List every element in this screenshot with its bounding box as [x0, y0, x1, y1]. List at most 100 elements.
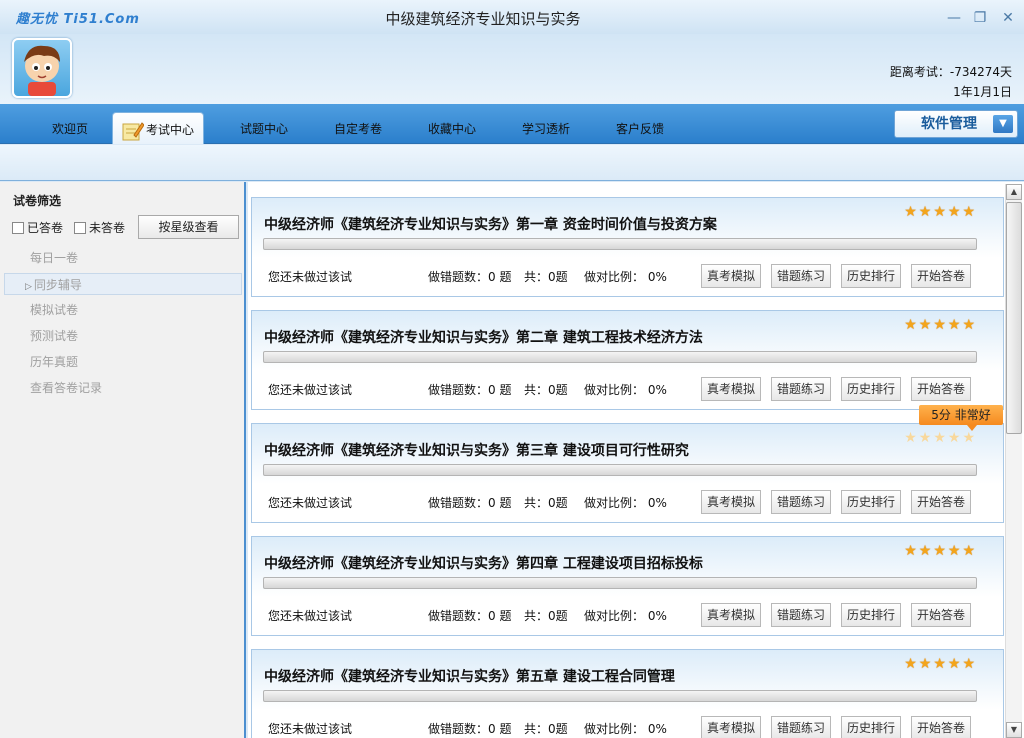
minimize-icon[interactable]: — — [946, 10, 962, 26]
star-icon[interactable]: ★ — [962, 430, 975, 446]
scroll-thumb[interactable] — [1006, 202, 1022, 434]
unanswered-checkbox[interactable]: 未答卷 — [74, 219, 125, 236]
history-rank-button[interactable]: 历史排行 — [841, 377, 901, 401]
star-icon[interactable]: ★ — [948, 204, 961, 220]
star-icon[interactable]: ★ — [904, 204, 917, 220]
start-answer-button[interactable]: 开始答卷 — [911, 377, 971, 401]
star-icon[interactable]: ★ — [919, 204, 932, 220]
history-rank-button[interactable]: 历史排行 — [841, 716, 901, 738]
star-icon[interactable]: ★ — [904, 656, 917, 672]
answered-checkbox[interactable]: 已答卷 — [12, 219, 63, 236]
wrong-practice-button[interactable]: 错题练习 — [771, 377, 831, 401]
restore-icon[interactable]: ❐ — [972, 10, 988, 26]
wrong-practice-button[interactable]: 错题练习 — [771, 264, 831, 288]
sidebar-item-records[interactable]: 查看答卷记录 — [4, 377, 242, 399]
filter-title: 试卷筛选 — [13, 194, 62, 208]
status-text: 您还未做过该试 — [268, 609, 353, 623]
star-icon[interactable]: ★ — [948, 543, 961, 559]
star-icon[interactable]: ★ — [962, 543, 975, 559]
paper-card: 中级经济师《建筑经济专业知识与实务》第五章 建设工程合同管理 ★ ★ ★ ★ ★ 您还未做过… — [251, 649, 1004, 738]
star-icon[interactable]: ★ — [919, 430, 932, 446]
history-rank-button[interactable]: 历史排行 — [841, 490, 901, 514]
tab-study-analysis[interactable]: 学习透析 — [500, 112, 592, 144]
rating-stars[interactable]: ★ ★ ★ ★ ★ — [902, 543, 975, 559]
history-rank-button[interactable]: 历史排行 — [841, 264, 901, 288]
start-answer-button[interactable]: 开始答卷 — [911, 490, 971, 514]
sidebar-item-mock[interactable]: 模拟试卷 — [4, 299, 242, 321]
paper-title: 中级经济师《建筑经济专业知识与实务》第四章 工程建设项目招标投标 — [264, 556, 703, 572]
rating-stars[interactable]: ★ ★ ★ ★ ★ — [902, 204, 975, 220]
paper-card: 中级经济师《建筑经济专业知识与实务》第三章 建设项目可行性研究 ★ ★ ★ ★ ★ 您还未做… — [251, 423, 1004, 523]
real-exam-button[interactable]: 真考模拟 — [701, 377, 761, 401]
sidebar-item-sync[interactable]: ▷ 同步辅导 — [4, 273, 242, 295]
star-icon[interactable]: ★ — [962, 317, 975, 333]
unanswered-label: 未答卷 — [89, 221, 126, 235]
start-answer-button[interactable]: 开始答卷 — [911, 264, 971, 288]
star-icon[interactable]: ★ — [948, 656, 961, 672]
rating-stars[interactable]: ★ ★ ★ ★ ★ — [902, 317, 975, 333]
answered-label: 已答卷 — [27, 221, 64, 235]
scroll-up-icon[interactable]: ▲ — [1006, 184, 1022, 200]
scrollbar[interactable]: ▲ ▼ — [1005, 184, 1022, 738]
real-exam-button[interactable]: 真考模拟 — [701, 603, 761, 627]
wrong-count: 做错题数：0 题 — [428, 722, 512, 736]
paper-title: 中级经济师《建筑经济专业知识与实务》第一章 资金时间价值与投资方案 — [264, 217, 717, 233]
start-answer-button[interactable]: 开始答卷 — [911, 716, 971, 738]
star-icon[interactable]: ★ — [919, 317, 932, 333]
tab-feedback[interactable]: 客户反馈 — [594, 112, 686, 144]
star-icon[interactable]: ★ — [919, 543, 932, 559]
total-count: 共：0题 — [524, 383, 568, 397]
paper-title: 中级经济师《建筑经济专业知识与实务》第五章 建设工程合同管理 — [264, 669, 675, 685]
star-icon[interactable]: ★ — [904, 430, 917, 446]
star-icon[interactable]: ★ — [933, 317, 946, 333]
wrong-practice-button[interactable]: 错题练习 — [771, 490, 831, 514]
tab-exam-center-label: 考试中心 — [145, 123, 194, 137]
real-exam-button[interactable]: 真考模拟 — [701, 716, 761, 738]
notepad-icon — [122, 121, 144, 140]
tab-welcome[interactable]: 欢迎页 — [24, 112, 116, 144]
progress-bar — [263, 464, 977, 476]
sidebar-item-forecast[interactable]: 预测试卷 — [4, 325, 242, 347]
star-icon[interactable]: ★ — [962, 204, 975, 220]
paper-card: 中级经济师《建筑经济专业知识与实务》第四章 工程建设项目招标投标 ★ ★ ★ ★ ★ 您还未… — [251, 536, 1004, 636]
wrong-practice-button[interactable]: 错题练习 — [771, 716, 831, 738]
expand-arrow-icon: ▷ — [25, 282, 32, 292]
progress-bar — [263, 690, 977, 702]
star-icon[interactable]: ★ — [948, 430, 961, 446]
paper-card: 中级经济师《建筑经济专业知识与实务》第一章 资金时间价值与投资方案 ★ ★ ★ ★ ★ 您还… — [251, 197, 1004, 297]
star-icon[interactable]: ★ — [919, 656, 932, 672]
star-view-button[interactable]: 按星级查看 — [138, 215, 239, 239]
paper-card: 中级经济师《建筑经济专业知识与实务》第二章 建筑工程技术经济方法 ★ ★ ★ ★ ★ 您还未… — [251, 310, 1004, 410]
history-rank-button[interactable]: 历史排行 — [841, 603, 901, 627]
exam-countdown: 距离考试：-734274天 1年1月1日 — [890, 62, 1012, 102]
start-answer-button[interactable]: 开始答卷 — [911, 603, 971, 627]
sidebar-item-past[interactable]: 历年真题 — [4, 351, 242, 373]
tab-exam-center[interactable]: 考试中心 — [112, 112, 204, 144]
correct-ratio: 做对比例： 0% — [584, 383, 667, 397]
close-icon[interactable]: ✕ — [1000, 10, 1016, 26]
real-exam-button[interactable]: 真考模拟 — [701, 490, 761, 514]
rating-stars[interactable]: ★ ★ ★ ★ ★ — [902, 656, 975, 672]
real-exam-button[interactable]: 真考模拟 — [701, 264, 761, 288]
correct-ratio: 做对比例： 0% — [584, 609, 667, 623]
status-text: 您还未做过该试 — [268, 383, 353, 397]
header: 距离考试：-734274天 1年1月1日 — [0, 34, 1024, 104]
tab-question-center[interactable]: 试题中心 — [218, 112, 310, 144]
tab-custom-paper[interactable]: 自定考卷 — [312, 112, 404, 144]
correct-ratio: 做对比例： 0% — [584, 270, 667, 284]
star-icon[interactable]: ★ — [962, 656, 975, 672]
star-icon[interactable]: ★ — [933, 430, 946, 446]
star-icon[interactable]: ★ — [904, 317, 917, 333]
star-icon[interactable]: ★ — [904, 543, 917, 559]
scroll-down-icon[interactable]: ▼ — [1006, 722, 1022, 738]
checkbox-icon — [12, 222, 24, 234]
rating-stars[interactable]: ★ ★ ★ ★ ★ — [902, 430, 975, 446]
sidebar-item-daily[interactable]: 每日一卷 — [4, 247, 242, 269]
software-manage-button[interactable]: 软件管理 ▼ — [894, 110, 1018, 138]
wrong-practice-button[interactable]: 错题练习 — [771, 603, 831, 627]
star-icon[interactable]: ★ — [948, 317, 961, 333]
tab-favorites[interactable]: 收藏中心 — [406, 112, 498, 144]
star-icon[interactable]: ★ — [933, 656, 946, 672]
star-icon[interactable]: ★ — [933, 204, 946, 220]
star-icon[interactable]: ★ — [933, 543, 946, 559]
